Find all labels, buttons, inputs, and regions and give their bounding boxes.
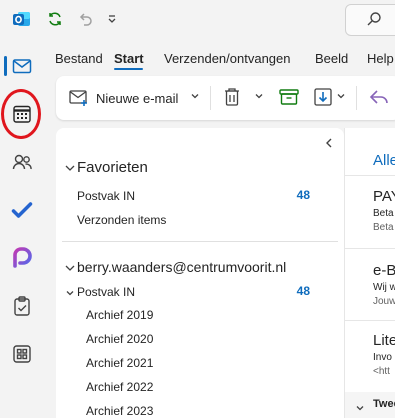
folder-label: Postvak IN [77, 285, 136, 299]
title-bar [0, 0, 395, 40]
folder-item-favorite-inbox[interactable]: Postvak IN [77, 187, 327, 205]
active-tab-indicator [114, 68, 143, 70]
message-group-header[interactable]: Twee [345, 392, 395, 418]
folder-label: Verzonden items [77, 213, 167, 227]
ribbon-divider [210, 86, 211, 110]
tab-help[interactable]: Help [367, 51, 394, 66]
message-preview: Beta [373, 222, 394, 233]
todo-icon[interactable] [0, 190, 44, 230]
unread-count: 48 [296, 188, 310, 202]
favorites-header[interactable]: Favorieten [77, 159, 148, 176]
message-sender: e-B [373, 262, 395, 279]
message-item[interactable]: e-B Wij w Jouw [345, 252, 395, 316]
delete-dropdown-icon[interactable] [254, 91, 264, 101]
sync-icon[interactable] [44, 8, 66, 30]
favorites-chevron-icon[interactable] [64, 161, 76, 179]
folder-item-archief-2019[interactable]: Archief 2019 [86, 308, 153, 322]
tab-bestand[interactable]: Bestand [55, 51, 103, 66]
new-email-icon [68, 88, 90, 108]
collapse-pane-icon[interactable] [324, 136, 334, 154]
message-sender: Lite [373, 332, 395, 349]
folder-item-inbox[interactable]: Postvak IN [77, 283, 327, 301]
folder-pane: Favorieten Postvak IN 48 Verzonden items… [56, 128, 344, 418]
list-divider [345, 175, 395, 176]
annotation-circle [1, 89, 41, 139]
list-divider [345, 248, 395, 249]
new-email-label: Nieuwe e-mail [96, 90, 179, 106]
message-preview: <htt [373, 366, 390, 377]
account-chevron-icon[interactable] [64, 261, 76, 279]
message-subject: Wij w [373, 282, 395, 293]
new-email-dropdown-icon[interactable] [190, 91, 200, 101]
tab-verzenden-ontvangen[interactable]: Verzenden/ontvangen [164, 51, 291, 66]
new-email-button[interactable]: Nieuwe e-mail [68, 87, 178, 109]
folder-item-archief-2022[interactable]: Archief 2022 [86, 380, 153, 394]
clipboard-icon[interactable] [0, 286, 44, 326]
message-item[interactable]: Lite Invo <htt [345, 324, 395, 386]
move-dropdown-icon[interactable] [336, 91, 346, 101]
delete-icon[interactable] [222, 86, 242, 108]
move-icon[interactable] [312, 85, 336, 109]
folder-item-archief-2023[interactable]: Archief 2023 [86, 404, 153, 418]
undo-icon[interactable] [74, 8, 96, 30]
archive-icon[interactable] [278, 87, 300, 107]
ribbon-divider [356, 86, 357, 110]
outlook-logo-icon [10, 8, 34, 30]
copilot-icon[interactable] [0, 238, 44, 278]
section-divider [62, 241, 338, 242]
message-subject: Invo [373, 352, 392, 363]
reply-icon[interactable] [368, 86, 390, 108]
search-box[interactable] [345, 4, 395, 36]
ribbon: Nieuwe e-mail [56, 76, 395, 120]
tab-beeld[interactable]: Beeld [315, 51, 348, 66]
message-list: Alle PAY Beta Beta e-B Wij w Jouw Lite I… [344, 128, 395, 418]
list-divider [345, 320, 395, 321]
mail-icon[interactable] [0, 46, 44, 86]
group-header-label: Twee [373, 398, 395, 410]
group-chevron-icon [355, 400, 365, 418]
folder-label: Postvak IN [77, 189, 136, 203]
folder-item-sent-items[interactable]: Verzonden items [77, 211, 327, 229]
folder-item-archief-2021[interactable]: Archief 2021 [86, 356, 153, 370]
customize-toolbar-icon[interactable] [104, 8, 120, 30]
unread-count: 48 [296, 284, 310, 298]
more-apps-icon[interactable] [0, 334, 44, 374]
account-name[interactable]: berry.waanders@centrumvoorit.nl [77, 259, 286, 275]
message-item[interactable]: PAY Beta Beta [345, 180, 395, 246]
tab-start[interactable]: Start [114, 51, 144, 66]
menu-bar: Bestand Start Verzenden/ontvangen Beeld … [44, 44, 395, 74]
search-icon [366, 11, 382, 32]
message-preview: Jouw [373, 296, 395, 307]
folder-item-archief-2020[interactable]: Archief 2020 [86, 332, 153, 346]
message-sender: PAY [373, 188, 395, 205]
message-subject: Beta [373, 208, 394, 219]
people-icon[interactable] [0, 142, 44, 182]
filter-tab-all[interactable]: Alle [373, 152, 395, 169]
inbox-chevron-icon[interactable] [65, 285, 75, 303]
